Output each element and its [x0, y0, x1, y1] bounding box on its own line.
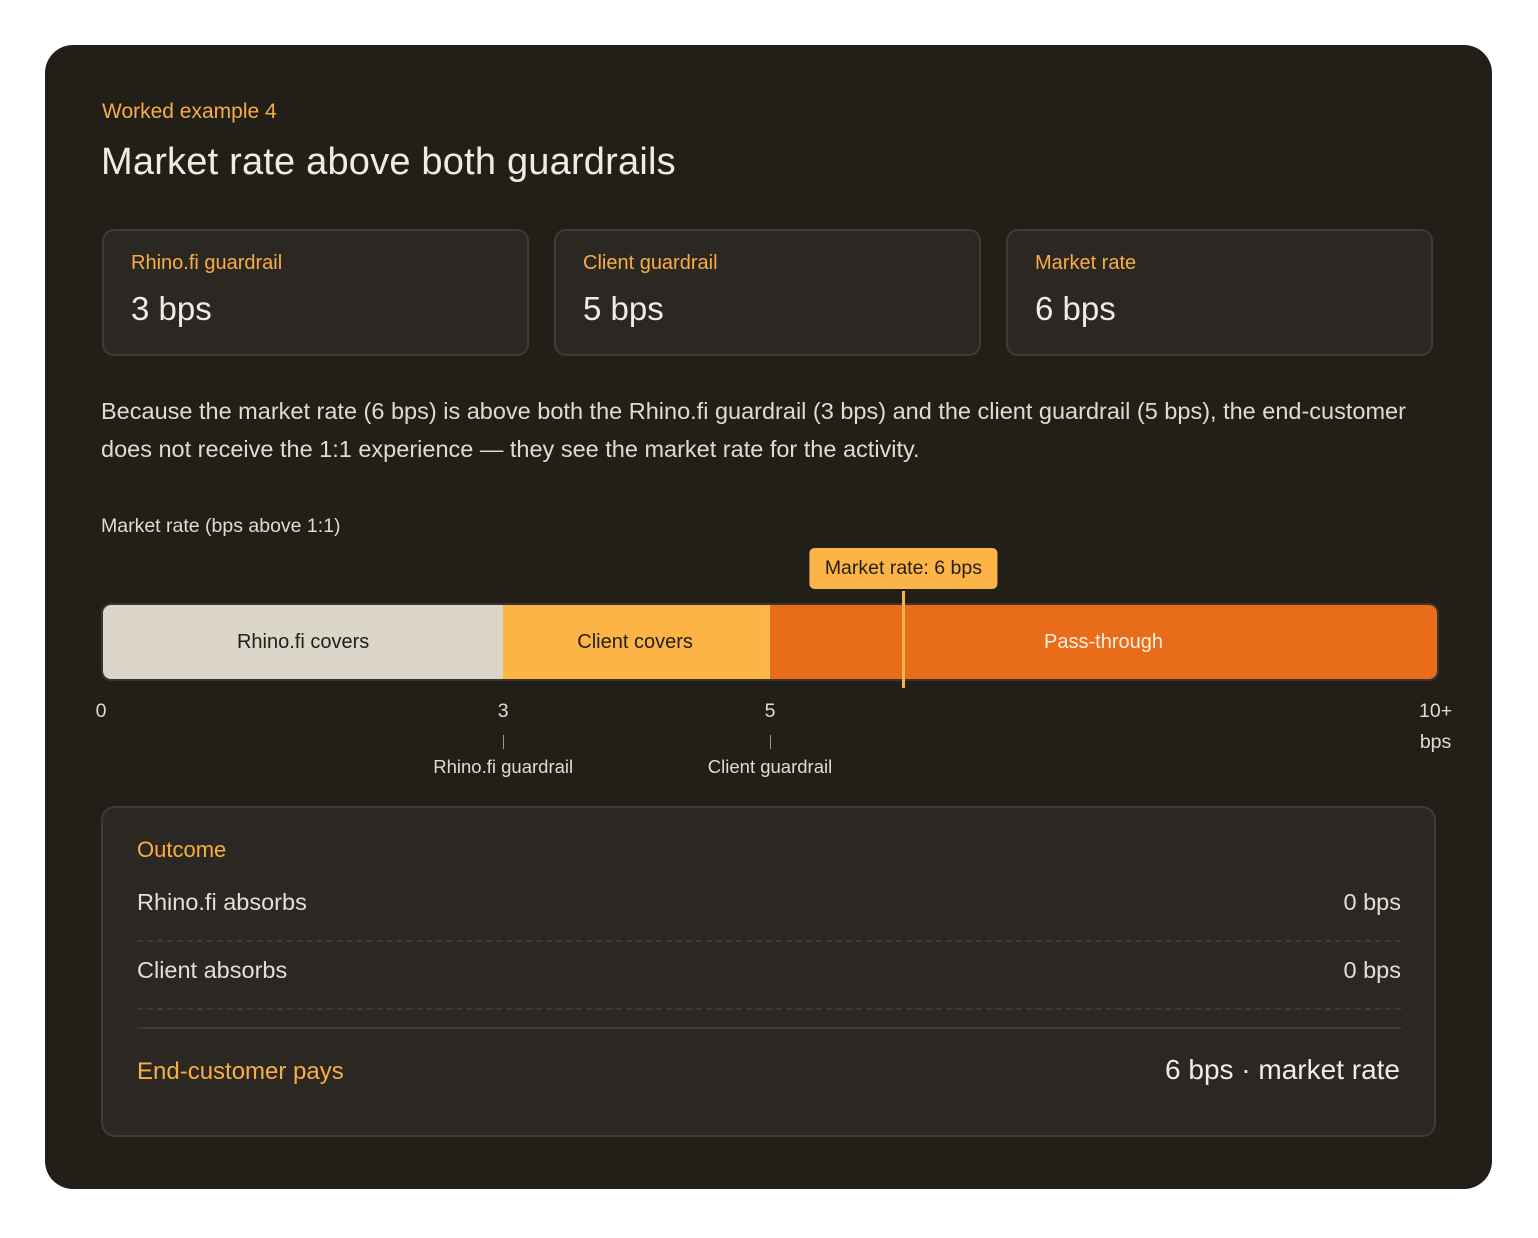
tick-mark — [770, 735, 771, 749]
tick-end-unit: bps — [1419, 731, 1452, 753]
tick-mark — [503, 735, 505, 749]
stat-label: Market rate — [1035, 252, 1137, 274]
guardrail-tick-name: Rhino.fi guardrail — [433, 756, 574, 777]
scale-label: Market rate (bps above 1:1) — [101, 515, 341, 537]
guardrail-tick-name: Client guardrail — [707, 756, 833, 777]
stat-card-market-rate: Market rate 6 bps — [1006, 229, 1433, 356]
stat-label: Client guardrail — [583, 252, 718, 274]
eyebrow-label: Worked example 4 — [102, 100, 277, 123]
outcome-row-value: 0 bps — [1343, 889, 1402, 915]
stat-value: 6 bps — [1035, 290, 1116, 327]
tick-label: 0 — [95, 700, 107, 722]
outcome-row-label: Rhino.fi absorbs — [137, 889, 307, 915]
market-rate-marker-label: Market rate: 6 bps — [809, 548, 997, 589]
stat-value: 3 bps — [131, 290, 212, 327]
outcome-row-value: 0 bps — [1343, 957, 1402, 983]
worked-example-card: Worked example 4 Market rate above both … — [45, 45, 1492, 1189]
page-title: Market rate above both guardrails — [101, 141, 676, 183]
rate-scale-bar: Rhino.fi covers Client covers Pass-throu… — [101, 603, 1439, 681]
stat-label: Rhino.fi guardrail — [131, 252, 283, 274]
outcome-row: Rhino.fi absorbs 0 bps — [137, 872, 1401, 942]
outcome-panel: Outcome Rhino.fi absorbs 0 bps Client ab… — [101, 806, 1436, 1137]
tick-end-value: 10+ — [1419, 700, 1453, 722]
final-value: 6 bps · market rate — [1165, 1054, 1400, 1085]
segment-client-covers: Client covers — [503, 605, 770, 679]
stat-card-rhino-guardrail: Rhino.fi guardrail 3 bps — [102, 229, 529, 356]
tick-label: 3 — [497, 700, 509, 722]
segment-rhino-covers: Rhino.fi covers — [103, 605, 504, 679]
segment-pass-through: Pass-through — [770, 605, 1437, 679]
outcome-row-label: Client absorbs — [137, 957, 288, 983]
market-rate-marker-line — [901, 591, 905, 688]
tick-label-end: 10+ bps — [1419, 696, 1452, 758]
outcome-title: Outcome — [137, 837, 227, 862]
outcome-row: Client absorbs 0 bps — [137, 940, 1401, 1010]
tick-label: 5 — [764, 700, 776, 722]
stat-value: 5 bps — [583, 290, 664, 327]
final-label: End-customer pays — [137, 1058, 344, 1085]
stat-card-client-guardrail: Client guardrail 5 bps — [554, 229, 981, 356]
outcome-divider — [137, 1027, 1401, 1029]
description-text: Because the market rate (6 bps) is above… — [101, 398, 1406, 462]
